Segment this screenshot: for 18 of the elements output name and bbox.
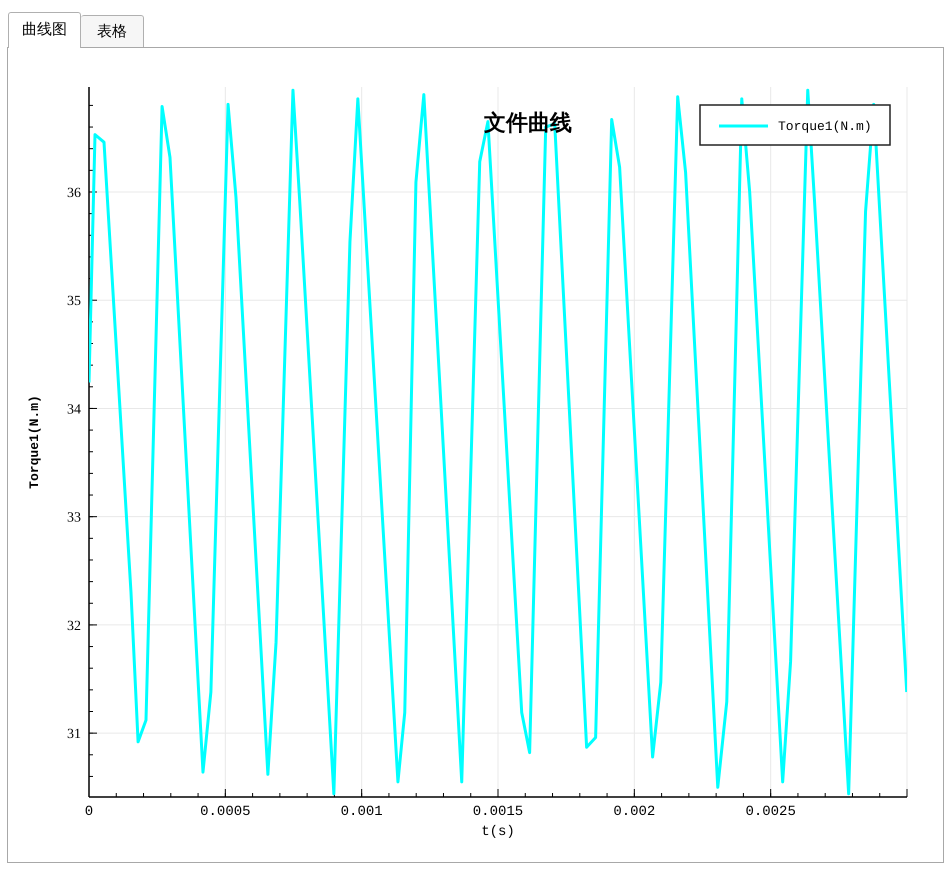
x-tick-label: 0.0005 (200, 804, 251, 820)
y-tick-label: 31 (67, 727, 81, 742)
x-tick-label: 0.002 (613, 804, 656, 820)
y-tick-label: 34 (67, 402, 81, 418)
legend-label: Torque1(N.m) (778, 119, 872, 134)
y-tick-label: 33 (67, 510, 81, 526)
y-tick-label: 35 (67, 294, 81, 310)
y-axis-title: Torque1(N.m) (27, 395, 42, 489)
x-tick-label: 0.001 (340, 804, 383, 820)
tab[interactable]: 表格 (81, 15, 144, 48)
y-tick-label: 36 (67, 186, 81, 201)
x-tick-label: 0 (84, 804, 94, 820)
x-tick-label: 0.0025 (745, 804, 796, 820)
x-axis-title: t(s) (481, 824, 515, 840)
chart-title: 文件曲线 (484, 110, 572, 135)
y-tick-label: 32 (67, 618, 81, 634)
tab[interactable]: 曲线图 (8, 12, 81, 48)
x-tick-label: 0.0015 (472, 804, 524, 820)
